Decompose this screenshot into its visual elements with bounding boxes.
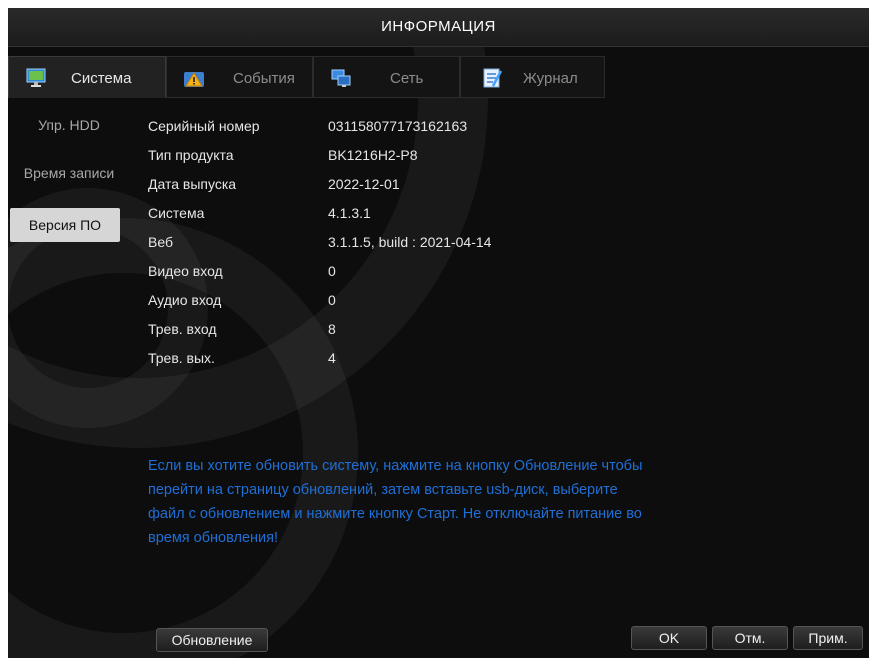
- cancel-button[interactable]: Отм.: [712, 626, 788, 650]
- update-note: Если вы хотите обновить систему, нажмите…: [148, 454, 748, 550]
- info-value: 031158077173162163: [328, 118, 468, 134]
- info-label: Трев. вход: [148, 321, 217, 337]
- tab-events-label: События: [233, 70, 295, 87]
- tab-network-label: Сеть: [390, 70, 424, 87]
- info-label: Тип продукта: [148, 147, 234, 163]
- warning-icon: [183, 67, 205, 89]
- info-value: 0: [328, 263, 336, 279]
- tab-bar: Система События Сеть Журнал: [8, 56, 608, 100]
- update-note-line: время обновления!: [148, 530, 279, 546]
- apply-button[interactable]: Прим.: [793, 626, 863, 650]
- watermark: [8, 218, 358, 658]
- sidebar-item-record-time[interactable]: Время записи: [8, 156, 130, 190]
- title-bar: ИНФОРМАЦИЯ: [8, 8, 869, 47]
- network-icon: [330, 67, 352, 89]
- tab-system[interactable]: Система: [8, 56, 166, 98]
- tab-system-label: Система: [71, 70, 132, 87]
- window-title: ИНФОРМАЦИЯ: [381, 18, 496, 35]
- tab-events[interactable]: События: [166, 56, 313, 98]
- tab-network[interactable]: Сеть: [313, 56, 460, 98]
- update-note-line: файл с обновлением и нажмите кнопку Стар…: [148, 506, 642, 522]
- monitor-icon: [25, 67, 47, 89]
- info-label: Трев. вых.: [148, 350, 215, 366]
- log-icon: [481, 67, 503, 89]
- info-label: Веб: [148, 234, 173, 250]
- update-button[interactable]: Обновление: [156, 628, 268, 652]
- info-value: 3.1.1.5, build : 2021-04-14: [328, 234, 492, 250]
- info-window: ИНФОРМАЦИЯ Система События Сеть Журнал У…: [8, 8, 869, 658]
- info-value: 0: [328, 292, 336, 308]
- info-value: 4: [328, 350, 336, 366]
- ok-button[interactable]: OK: [631, 626, 707, 650]
- update-note-line: Если вы хотите обновить систему, нажмите…: [148, 458, 643, 474]
- info-label: Дата выпуска: [148, 176, 237, 192]
- tab-log-label: Журнал: [523, 70, 578, 87]
- info-value: 8: [328, 321, 336, 337]
- info-label: Видео вход: [148, 263, 223, 279]
- tab-log[interactable]: Журнал: [460, 56, 605, 98]
- info-label: Серийный номер: [148, 118, 260, 134]
- sidebar-item-version[interactable]: Версия ПО: [10, 208, 120, 242]
- info-value: BK1216H2-P8: [328, 147, 418, 163]
- info-label: Система: [148, 205, 205, 221]
- info-label: Аудио вход: [148, 292, 222, 308]
- sidebar-item-hdd[interactable]: Упр. HDD: [8, 108, 130, 142]
- update-note-line: перейти на страницу обновлений, затем вс…: [148, 482, 618, 498]
- info-value: 4.1.3.1: [328, 205, 371, 221]
- info-value: 2022-12-01: [328, 176, 400, 192]
